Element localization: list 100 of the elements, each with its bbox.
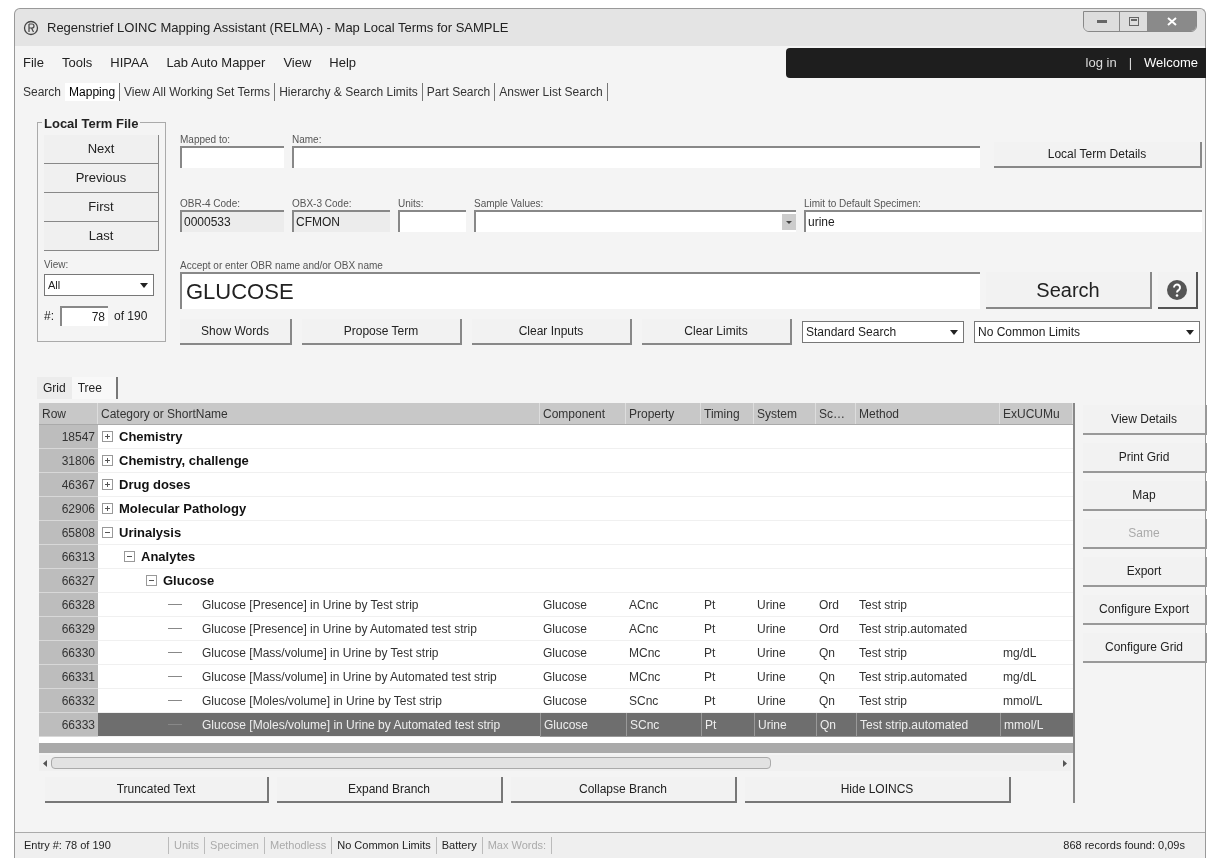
menu-item[interactable]: Help xyxy=(329,53,357,73)
table-cell: Pt xyxy=(701,617,754,641)
horizontal-scrollbar[interactable] xyxy=(39,755,1071,771)
column-header[interactable]: Component xyxy=(540,403,626,424)
tab[interactable]: View All Working Set Terms xyxy=(120,83,276,101)
row-number: 66331 xyxy=(39,665,98,689)
grid-button[interactable]: Hide LOINCS xyxy=(745,777,1011,803)
table-cell: Glucose xyxy=(540,713,626,737)
grid-button[interactable]: Collapse Branch xyxy=(511,777,737,803)
grid-row[interactable]: 46367 Drug doses xyxy=(39,473,1073,497)
grid-row[interactable]: 66327 Glucose xyxy=(39,569,1073,593)
input-field[interactable] xyxy=(398,210,466,232)
expand-icon[interactable] xyxy=(102,431,113,442)
grid-row[interactable]: 66333 Glucose [Moles/volume] in Urine by Automated test strip Glucose SCnc Pt Urine Qn Test strip.automated mmol/L xyxy=(39,713,1073,737)
grid-row[interactable]: 62906 Molecular Pathology xyxy=(39,497,1073,521)
side-button[interactable]: Configure Export xyxy=(1083,595,1207,625)
maximize-button[interactable] xyxy=(1120,12,1148,31)
dropdown[interactable]: Standard Search xyxy=(802,321,964,343)
row-number: 66330 xyxy=(39,641,98,665)
nav-button[interactable]: Previous xyxy=(44,164,159,193)
expand-icon[interactable] xyxy=(102,479,113,490)
grid-row[interactable]: 18547 Chemistry xyxy=(39,425,1073,449)
short-name: Glucose [Presence] in Urine by Automated test strip xyxy=(201,620,477,638)
collapse-icon[interactable] xyxy=(102,527,113,538)
search-button[interactable]: Search xyxy=(986,272,1152,309)
category-name: Urinalysis xyxy=(119,523,182,542)
row-number: 66333 xyxy=(39,713,98,737)
menu-item[interactable]: File xyxy=(23,53,44,73)
category-name: Drug doses xyxy=(119,475,191,494)
nav-button[interactable]: Next xyxy=(44,135,159,164)
table-cell: Pt xyxy=(701,665,754,689)
input-field[interactable]: urine xyxy=(804,210,1202,232)
tab[interactable]: Mapping xyxy=(65,83,121,101)
action-button[interactable]: Clear Inputs xyxy=(472,319,632,345)
dropdown-field[interactable] xyxy=(474,210,796,232)
input-field[interactable] xyxy=(180,146,284,168)
view-tab[interactable]: Grid xyxy=(37,377,72,399)
column-header[interactable]: System xyxy=(754,403,816,424)
separator-text: | xyxy=(1127,54,1134,73)
grid-row[interactable]: 66331 Glucose [Mass/volume] in Urine by Automated test strip Glucose MCnc Pt Urine Qn Test strip.automated mg/dL xyxy=(39,665,1073,689)
nav-button[interactable]: Last xyxy=(44,222,159,251)
table-cell: Urine xyxy=(754,665,816,689)
tab[interactable]: Hierarchy & Search Limits xyxy=(275,83,423,101)
side-button[interactable]: Configure Grid xyxy=(1083,633,1207,663)
side-button[interactable]: View Details xyxy=(1083,405,1207,435)
column-header[interactable]: Category or ShortName xyxy=(98,403,540,424)
table-cell: Test strip.automated xyxy=(856,713,1000,737)
column-header[interactable]: Row xyxy=(39,403,98,424)
category-name: Chemistry, challenge xyxy=(119,451,249,470)
short-name: Glucose [Mass/volume] in Urine by Automated test strip xyxy=(201,668,497,686)
input-field[interactable]: 0000533 xyxy=(180,210,284,232)
table-cell: Qn xyxy=(816,641,856,665)
view-tab[interactable]: Tree xyxy=(71,377,118,399)
scrollbar-thumb[interactable] xyxy=(51,757,771,769)
field-label: OBX-3 Code: xyxy=(292,197,353,210)
grid-row[interactable]: 31806 Chemistry, challenge xyxy=(39,449,1073,473)
collapse-icon[interactable] xyxy=(124,551,135,562)
grid-row[interactable]: 66328 Glucose [Presence] in Urine by Test strip Glucose ACnc Pt Urine Ord Test strip xyxy=(39,593,1073,617)
side-button[interactable]: Export xyxy=(1083,557,1207,587)
action-button[interactable]: Propose Term xyxy=(302,319,462,345)
column-header[interactable]: Property xyxy=(626,403,701,424)
minimize-button[interactable] xyxy=(1084,12,1120,31)
column-header[interactable]: Sc… xyxy=(816,403,856,424)
expand-icon[interactable] xyxy=(102,503,113,514)
nav-button[interactable]: First xyxy=(44,193,159,222)
menu-item[interactable]: HIPAA xyxy=(110,53,149,73)
action-button[interactable]: Clear Limits xyxy=(642,319,792,345)
local-term-details-button[interactable]: Local Term Details xyxy=(994,142,1202,168)
tab[interactable]: Answer List Search xyxy=(495,83,608,101)
close-button[interactable] xyxy=(1148,12,1196,31)
action-button[interactable]: Show Words xyxy=(180,319,292,345)
column-header[interactable]: Timing xyxy=(701,403,754,424)
menu-item[interactable]: Tools xyxy=(61,53,93,73)
expand-icon[interactable] xyxy=(102,455,113,466)
dropdown[interactable]: No Common Limits xyxy=(974,321,1200,343)
table-cell: ACnc xyxy=(626,593,701,617)
login-link[interactable]: log in xyxy=(1085,53,1117,73)
side-button[interactable]: Map xyxy=(1083,481,1207,511)
tab[interactable]: Search xyxy=(19,83,66,101)
column-header[interactable]: Method xyxy=(856,403,1000,424)
tab[interactable]: Part Search xyxy=(422,83,496,101)
input-field[interactable]: 78 xyxy=(60,306,108,326)
grid-button[interactable]: Expand Branch xyxy=(277,777,503,803)
caret-icon xyxy=(949,329,959,335)
field-label: Limit to Default Specimen: xyxy=(804,197,922,210)
input-field[interactable] xyxy=(292,146,980,168)
grid-button[interactable]: Truncated Text xyxy=(45,777,269,803)
row-number: 66313 xyxy=(39,545,98,569)
menu-item[interactable]: Lab Auto Mapper xyxy=(166,53,266,73)
grid-row[interactable]: 66313 Analytes xyxy=(39,545,1073,569)
side-button[interactable]: Print Grid xyxy=(1083,443,1207,473)
grid-row[interactable]: 66329 Glucose [Presence] in Urine by Automated test strip Glucose ACnc Pt Urine Ord Test strip.automated xyxy=(39,617,1073,641)
grid-row[interactable]: 65808 Urinalysis xyxy=(39,521,1073,545)
input-field[interactable]: CFMON xyxy=(292,210,390,232)
collapse-icon[interactable] xyxy=(146,575,157,586)
menu-item[interactable]: View xyxy=(283,53,312,73)
grid-row[interactable]: 66330 Glucose [Mass/volume] in Urine by Test strip Glucose MCnc Pt Urine Qn Test strip mg/dL xyxy=(39,641,1073,665)
view-dropdown[interactable]: All xyxy=(44,274,154,296)
input-field[interactable]: GLUCOSE xyxy=(180,272,980,309)
column-header[interactable]: ExUCUMu xyxy=(1000,403,1073,424)
